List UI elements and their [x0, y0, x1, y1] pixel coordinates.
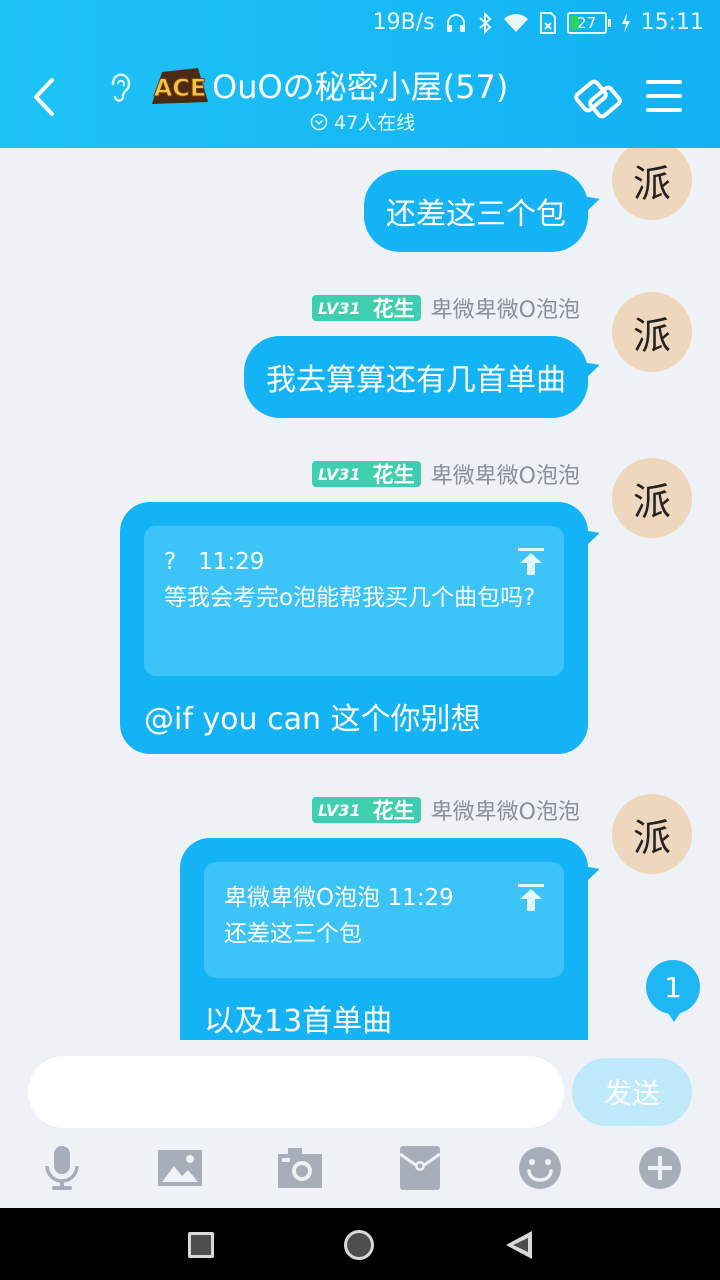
ear-icon[interactable]	[106, 70, 134, 104]
battery-indicator: 27	[566, 11, 611, 34]
quote-time: 11:29	[387, 885, 454, 911]
status-bar: 19B/s 27 15:11	[0, 0, 720, 48]
unread-badge[interactable]: 1	[646, 960, 700, 1022]
level-badge: LV31	[312, 461, 367, 487]
level-badge: LV31	[312, 797, 367, 823]
menu-button[interactable]	[646, 80, 682, 114]
message-bubble[interactable]: 还差这三个包	[364, 170, 588, 252]
more-tool[interactable]	[636, 1144, 684, 1192]
hamburger-icon	[646, 80, 682, 84]
message-text: 我去算算还有几首单曲	[266, 363, 566, 398]
unread-count: 1	[664, 970, 682, 1004]
back-nav-icon[interactable]	[502, 1228, 536, 1262]
image-tool[interactable]	[156, 1144, 204, 1192]
message-text: 还差这三个包	[386, 197, 566, 232]
quote-text: 还差这三个包	[224, 921, 362, 947]
quoted-message[interactable]: 卑微卑微O泡泡 11:29 还差这三个包	[204, 862, 564, 978]
quote-text: 等我会考完o泡能帮我买几个曲包吗?	[164, 585, 536, 611]
avatar[interactable]: 派	[612, 148, 692, 220]
sender-name[interactable]: 卑微卑微O泡泡	[431, 458, 580, 490]
message-list[interactable]: 派 还差这三个包 LV31 花生 卑微卑微O泡泡 派 我去算算还有几首单曲 LV…	[0, 148, 720, 1040]
sim-icon	[539, 11, 556, 34]
chat-header: 19B/s 27 15:11 ACE OuOの秘密小屋(57) 47人在线	[0, 0, 720, 148]
home-icon[interactable]	[342, 1228, 376, 1262]
avatar[interactable]: 派	[612, 458, 692, 538]
quoted-message[interactable]: ? 11:29 等我会考完o泡能帮我买几个曲包吗?	[144, 526, 564, 676]
avatar[interactable]: 派	[612, 292, 692, 372]
online-label: 47人在线	[334, 112, 416, 134]
charging-icon	[621, 12, 630, 33]
image-icon	[158, 1150, 202, 1186]
battery-level: 27	[577, 13, 597, 32]
logo-text: ACE	[154, 74, 207, 102]
sender-info: LV31 花生 卑微卑微O泡泡	[312, 292, 580, 324]
status-icons: 19B/s 27 15:11	[373, 10, 704, 35]
jump-to-original-icon[interactable]	[518, 884, 544, 912]
clock: 15:11	[640, 10, 704, 35]
title-badge: 花生	[366, 797, 421, 823]
sender-name[interactable]: 卑微卑微O泡泡	[431, 794, 580, 826]
sender-name[interactable]: 卑微卑微O泡泡	[431, 292, 580, 324]
headset-icon	[446, 13, 465, 32]
sender-info: LV31 花生 卑微卑微O泡泡	[312, 794, 580, 826]
jump-to-original-icon[interactable]	[518, 548, 544, 576]
plus-icon	[639, 1147, 681, 1189]
emoji-tool[interactable]	[516, 1144, 564, 1192]
chevron-circle-icon	[310, 113, 328, 130]
mic-icon	[45, 1146, 79, 1190]
network-speed: 19B/s	[372, 10, 435, 35]
title-badge: 花生	[366, 295, 421, 321]
message-input[interactable]	[28, 1056, 564, 1128]
chevron-left-icon	[34, 78, 54, 116]
message-bubble[interactable]: 我去算算还有几首单曲	[244, 336, 588, 418]
sender-info: LV31 花生 卑微卑微O泡泡	[312, 458, 580, 490]
recents-icon[interactable]	[184, 1228, 218, 1262]
quote-author: 卑微卑微O泡泡	[224, 885, 381, 911]
title-badge: 花生	[366, 461, 421, 487]
group-logo-icon: ACE	[152, 68, 208, 104]
message-text: 以及13首单曲	[204, 1004, 393, 1039]
camera-icon	[278, 1148, 322, 1188]
red-packet-icon	[399, 1146, 441, 1190]
send-button[interactable]: 发送	[572, 1058, 692, 1126]
reply-bubble[interactable]: ? 11:29 等我会考完o泡能帮我买几个曲包吗? @if you can 这个…	[120, 502, 588, 754]
wifi-icon	[503, 13, 528, 32]
input-bar: 发送	[0, 1040, 720, 1208]
bluetooth-icon	[478, 11, 492, 34]
system-nav-bar	[0, 1208, 720, 1280]
voice-tool[interactable]	[38, 1144, 86, 1192]
quote-time: 11:29	[198, 549, 265, 575]
message-text: @if you can 这个你别想	[144, 702, 481, 737]
level-badge: LV31	[312, 295, 367, 321]
red-packet-tool[interactable]	[396, 1144, 444, 1192]
reply-bubble[interactable]: 卑微卑微O泡泡 11:29 还差这三个包 以及13首单曲	[180, 838, 588, 1040]
chat-title[interactable]: OuOの秘密小屋(57)	[212, 62, 508, 108]
back-button[interactable]	[26, 72, 66, 122]
camera-tool[interactable]	[276, 1144, 324, 1192]
online-count[interactable]: 47人在线	[310, 108, 415, 135]
link-icon[interactable]	[572, 76, 624, 120]
emoji-icon	[519, 1147, 561, 1189]
quote-author: ?	[164, 549, 177, 575]
avatar[interactable]: 派	[612, 794, 692, 874]
